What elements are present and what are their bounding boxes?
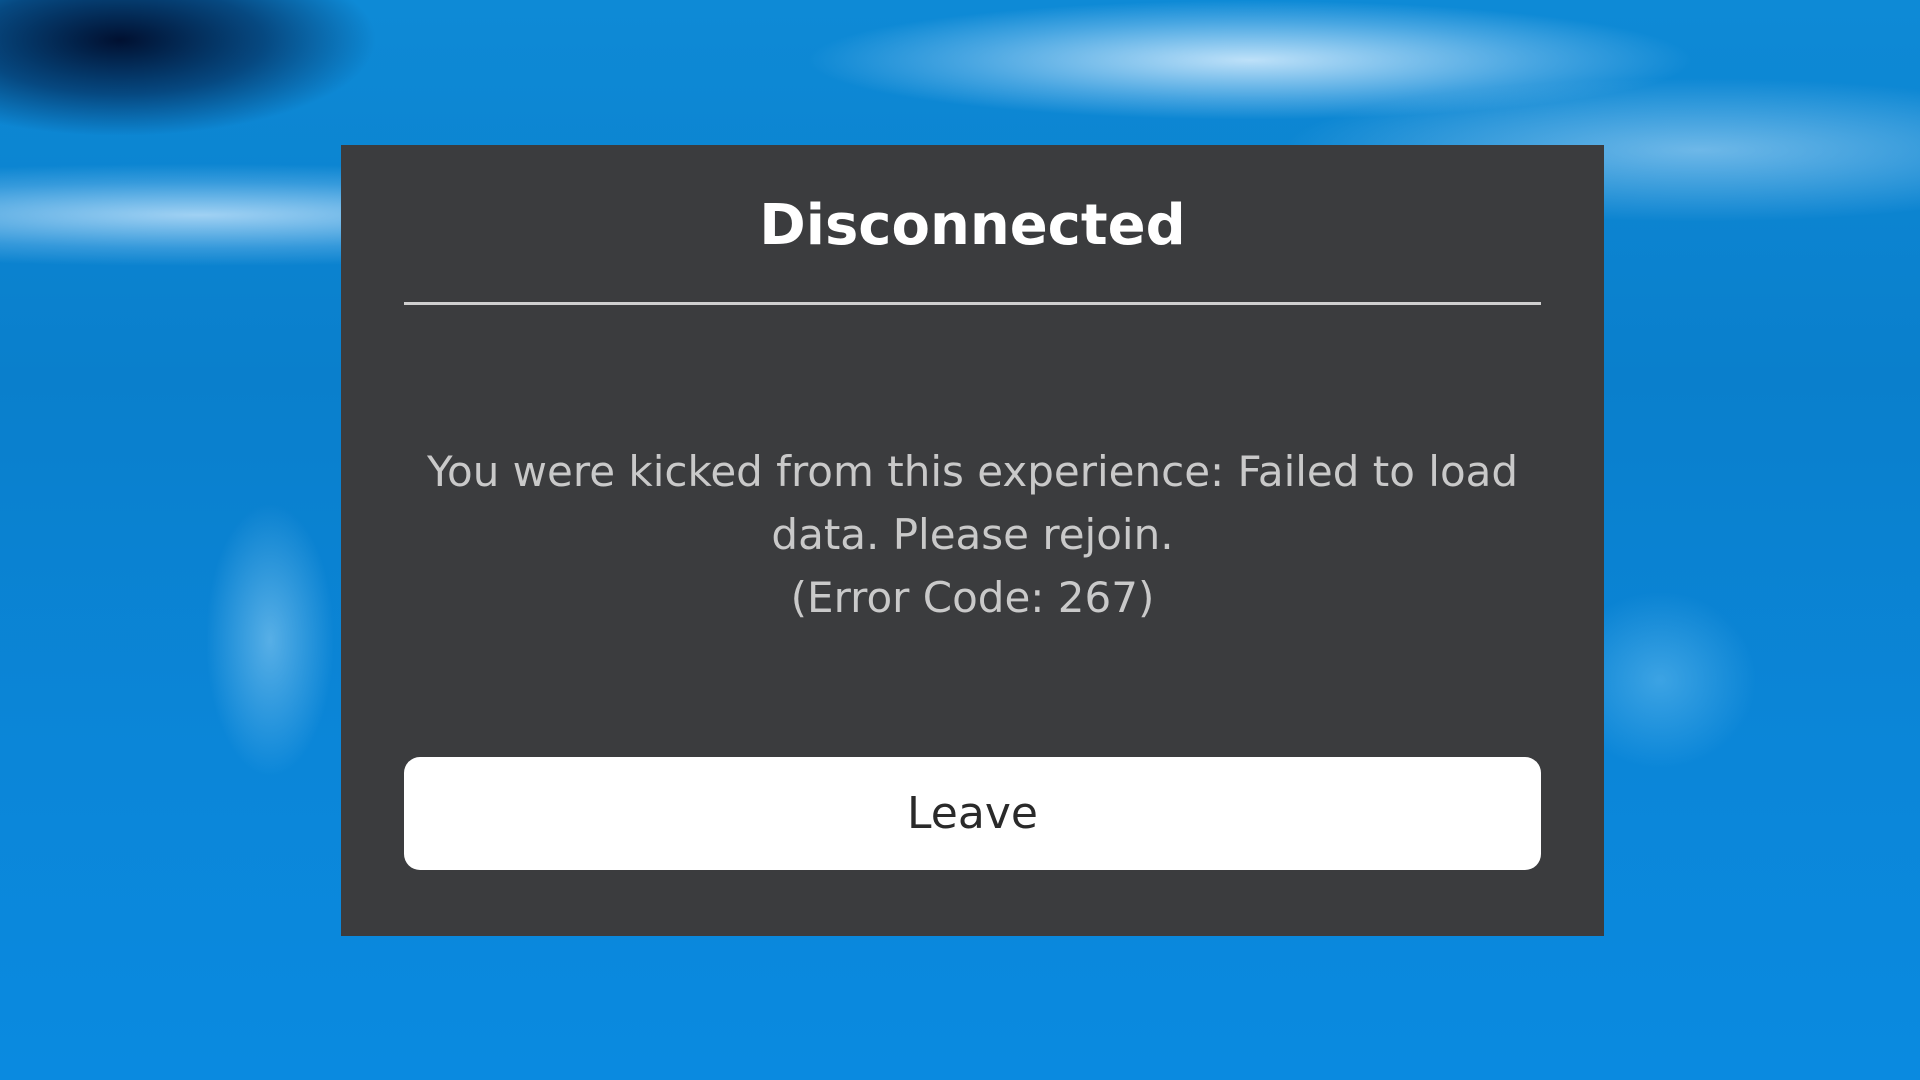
kick-reason-text: You were kicked from this experience: Fa… — [426, 447, 1519, 559]
disconnected-dialog: Disconnected You were kicked from this e… — [341, 145, 1604, 936]
dialog-title: Disconnected — [759, 193, 1186, 258]
title-divider — [404, 302, 1541, 305]
error-code-text: (Error Code: 267) — [790, 573, 1155, 622]
dialog-message: You were kicked from this experience: Fa… — [404, 440, 1541, 629]
leave-button[interactable]: Leave — [404, 757, 1541, 870]
